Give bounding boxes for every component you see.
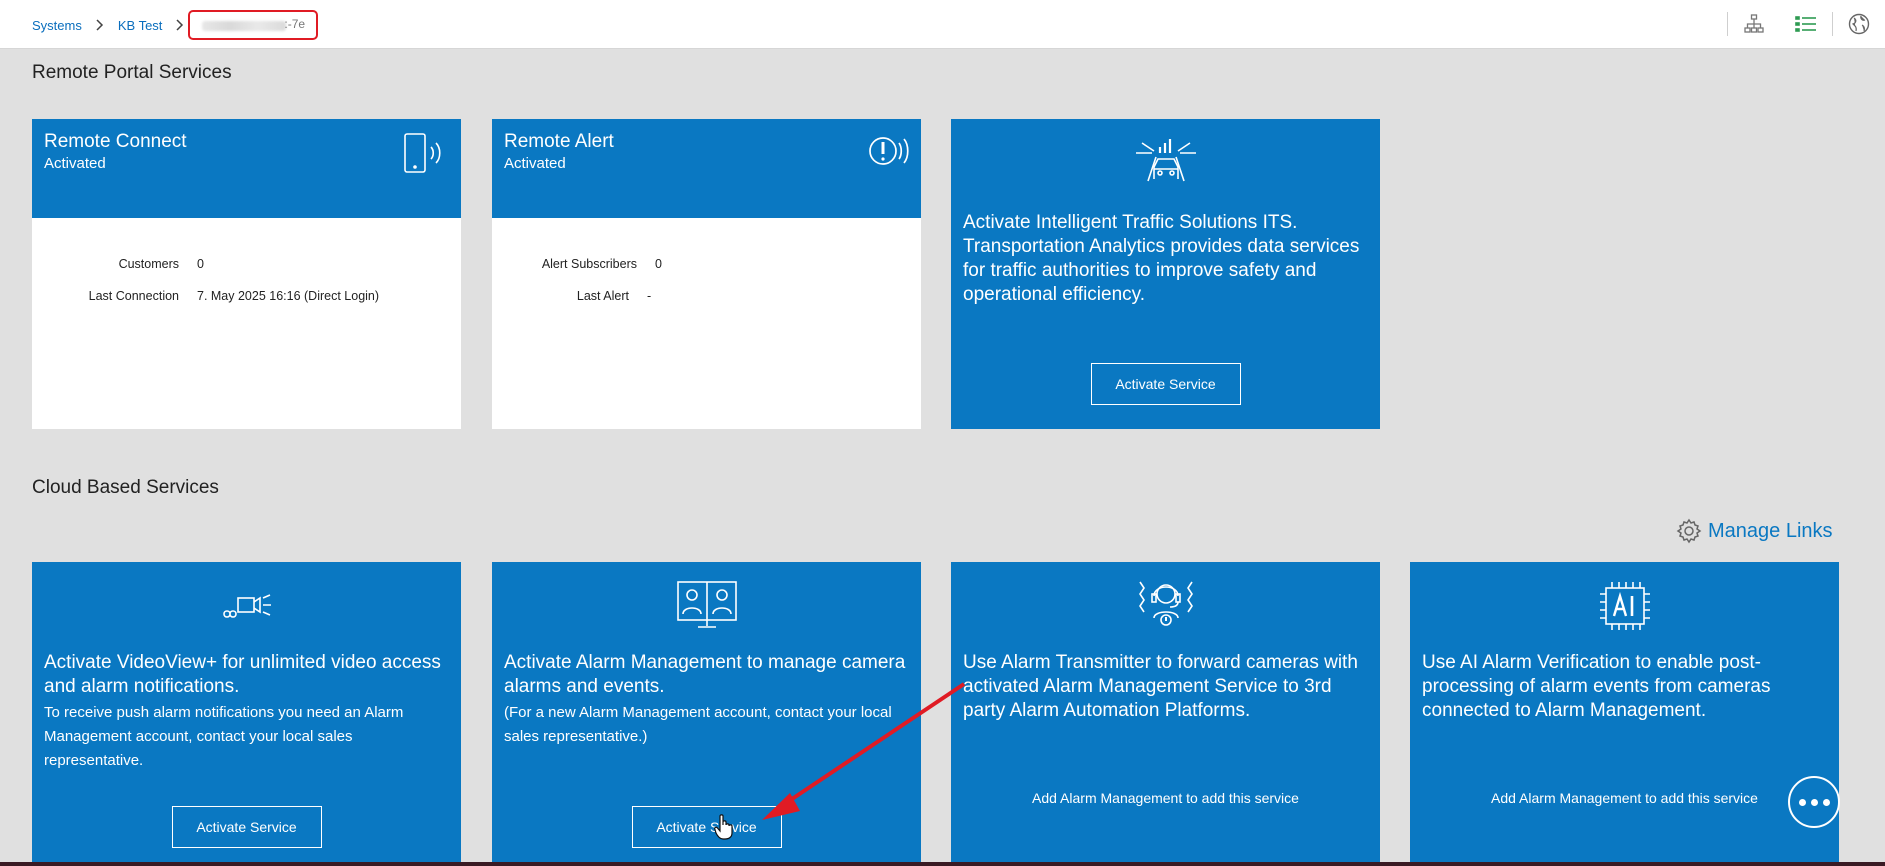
dot-icon <box>1822 798 1830 806</box>
alarm-transmitter-note: Add Alarm Management to add this service <box>1032 790 1299 806</box>
dot-icon <box>1810 798 1818 806</box>
alarm-transmitter-description: Use Alarm Transmitter to forward cameras… <box>963 651 1370 723</box>
card-alarm-management: Activate Alarm Management to manage came… <box>492 562 921 866</box>
card-remote-connect[interactable]: Remote Connect Activated Customers 0 Las… <box>32 119 461 429</box>
stat-value: 7. May 2025 16:16 (Direct Login) <box>197 289 380 303</box>
phone-signal-icon <box>403 133 449 180</box>
stat-row: Last Connection 7. May 2025 16:16 (Direc… <box>32 280 461 312</box>
card-stats: Alert Subscribers 0 Last Alert - <box>492 218 921 312</box>
videoview-sub: To receive push alarm notifications you … <box>44 704 404 769</box>
alarm-management-description: Activate Alarm Management to manage came… <box>504 651 911 749</box>
operator-headset-icon <box>1134 578 1198 633</box>
topbar-actions <box>1727 0 1885 48</box>
alarm-management-sub: (For a new Alarm Management account, con… <box>504 704 892 745</box>
breadcrumb: Systems KB Test :-7e <box>32 10 319 40</box>
stat-value: - <box>647 289 652 303</box>
activate-alarm-management-button[interactable]: Activate Service <box>631 806 782 848</box>
activate-its-button[interactable]: Activate Service <box>1090 363 1241 405</box>
ai-verification-headline: Use AI Alarm Verification to enable post… <box>1422 652 1771 721</box>
manage-links-link[interactable]: Manage Links <box>1676 518 1833 544</box>
ai-verification-note: Add Alarm Management to add this service <box>1491 790 1758 806</box>
ai-chip-icon <box>1598 580 1652 637</box>
videoview-description: Activate VideoView+ for unlimited video … <box>44 651 451 773</box>
bottom-edge <box>0 862 1885 866</box>
stat-label: Last Connection <box>88 289 179 303</box>
card-ai-verification: Use AI Alarm Verification to enable post… <box>1410 562 1839 866</box>
stat-label: Customers <box>118 257 179 271</box>
card-its: Activate Intelligent Traffic Solutions I… <box>951 119 1380 429</box>
chevron-right-icon <box>96 19 104 31</box>
card-status: Activated <box>44 155 106 172</box>
alarm-transmitter-headline: Use Alarm Transmitter to forward cameras… <box>963 652 1358 721</box>
sitemap-icon[interactable] <box>1728 0 1780 48</box>
breadcrumb-current-device: :-7e <box>188 10 319 40</box>
videoview-headline: Activate VideoView+ for unlimited video … <box>44 652 441 697</box>
card-alarm-transmitter: Use Alarm Transmitter to forward cameras… <box>951 562 1380 866</box>
hand-cursor-icon <box>714 814 734 845</box>
card-title: Remote Connect <box>44 131 187 152</box>
its-description: Activate Intelligent Traffic Solutions I… <box>963 211 1370 307</box>
alert-signal-icon <box>865 133 909 174</box>
section-title-remote-portal: Remote Portal Services <box>32 62 232 83</box>
activate-videoview-button[interactable]: Activate Service <box>171 806 322 848</box>
card-header: Remote Connect Activated <box>32 119 461 218</box>
globe-icon[interactable] <box>1833 0 1885 48</box>
alarm-monitor-icon <box>676 580 738 635</box>
its-text: Activate Intelligent Traffic Solutions I… <box>963 212 1360 305</box>
breadcrumb-systems[interactable]: Systems <box>32 18 82 33</box>
infinite-camera-icon <box>220 590 274 625</box>
stat-value: 0 <box>655 257 662 271</box>
card-remote-alert[interactable]: Remote Alert Activated Alert Subscribers… <box>492 119 921 429</box>
list-view-icon[interactable] <box>1780 0 1832 48</box>
stat-value: 0 <box>197 257 204 271</box>
card-status: Activated <box>504 155 566 172</box>
stat-label: Last Alert <box>576 289 629 303</box>
ai-verification-description: Use AI Alarm Verification to enable post… <box>1422 651 1829 723</box>
card-stats: Customers 0 Last Connection 7. May 2025 … <box>32 218 461 312</box>
chevron-right-icon <box>176 19 184 31</box>
stat-row: Alert Subscribers 0 <box>492 248 921 280</box>
gear-icon <box>1676 518 1702 544</box>
stat-label: Alert Subscribers <box>541 257 637 271</box>
traffic-car-icon <box>1134 137 1198 188</box>
card-title: Remote Alert <box>504 131 614 152</box>
redacted-device-name <box>202 21 287 31</box>
stat-row: Customers 0 <box>32 248 461 280</box>
more-options-button[interactable] <box>1788 776 1840 828</box>
card-header: Remote Alert Activated <box>492 119 921 218</box>
section-title-cloud-services: Cloud Based Services <box>32 477 219 498</box>
alarm-management-headline: Activate Alarm Management to manage came… <box>504 652 906 697</box>
device-id-suffix: :-7e <box>284 17 306 31</box>
dot-icon <box>1798 798 1806 806</box>
top-bar: Systems KB Test :-7e <box>0 0 1885 49</box>
manage-links-label: Manage Links <box>1708 519 1833 542</box>
breadcrumb-kb-test[interactable]: KB Test <box>118 18 163 33</box>
stat-row: Last Alert - <box>492 280 921 312</box>
card-videoview: Activate VideoView+ for unlimited video … <box>32 562 461 866</box>
